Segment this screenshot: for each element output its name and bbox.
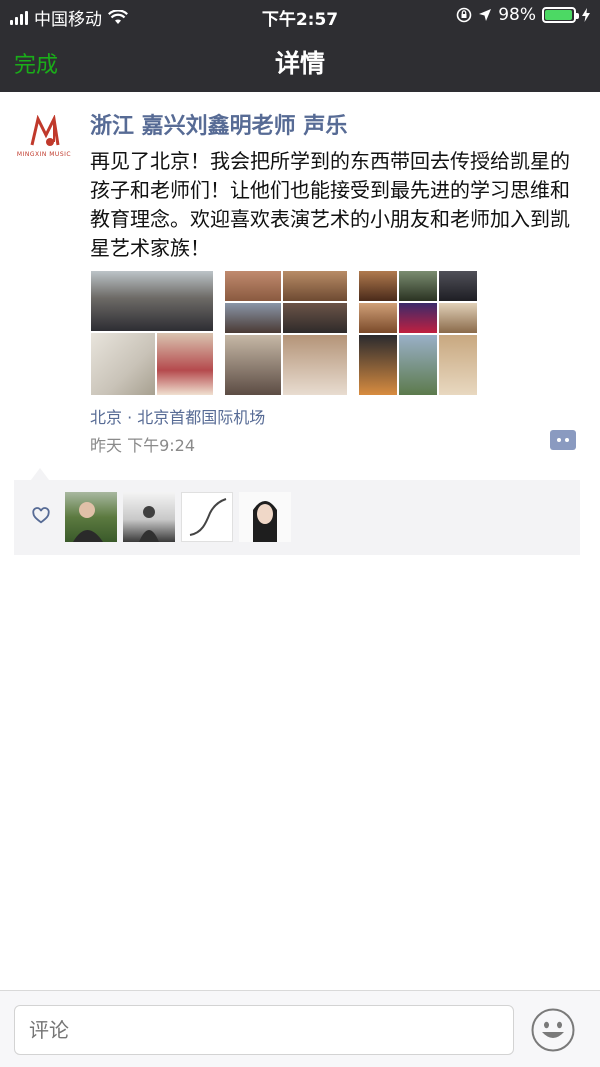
liker-avatar[interactable] (181, 492, 233, 542)
page-title: 详情 (274, 49, 325, 78)
comment-action-button[interactable] (550, 430, 576, 450)
battery-icon (542, 7, 579, 23)
likes-panel-pointer (31, 468, 49, 480)
photo-grid (90, 270, 490, 396)
charging-bolt-icon (582, 8, 590, 22)
photo-thumbnail[interactable] (90, 270, 214, 396)
battery-fill (545, 10, 573, 20)
orientation-lock-icon (456, 7, 472, 23)
comment-bar (0, 990, 600, 1067)
author-name[interactable]: 浙江 嘉兴刘鑫明老师 声乐 (90, 108, 347, 140)
liker-avatar[interactable] (239, 492, 291, 542)
nav-bar: 完成 详情 (0, 30, 600, 92)
avatar-logo-sub: MINGXIN MUSIC (16, 150, 72, 158)
photo-thumbnail[interactable] (224, 270, 348, 396)
comment-input[interactable] (14, 1005, 514, 1055)
header: 中国移动 下午2:57 98% 完成 详情 (0, 0, 600, 92)
post-content: 再见了北京！我会把所学到的东西带回去传授给凯星的孩子和老师们！让他们也能接受到最… (90, 149, 570, 260)
dot-icon (557, 438, 561, 442)
dot-icon (565, 438, 569, 442)
post-time: 昨天 下午9:24 (90, 436, 196, 455)
avatar[interactable]: MINGXIN MUSIC (14, 106, 74, 166)
smiley-icon[interactable] (531, 1008, 575, 1052)
photo-thumbnail[interactable] (358, 270, 478, 396)
music-note-logo-icon (30, 114, 60, 146)
heart-outline-icon (32, 507, 50, 524)
likes-panel (14, 480, 580, 555)
status-bar: 中国移动 下午2:57 98% (0, 0, 600, 30)
location-arrow-icon (479, 9, 492, 21)
status-right: 98% (456, 5, 590, 25)
liker-avatar[interactable] (123, 492, 175, 542)
battery-percent: 98% (498, 5, 536, 25)
liker-avatar[interactable] (65, 492, 117, 542)
location-link[interactable]: 北京 · 北京首都国际机场 (90, 404, 265, 428)
